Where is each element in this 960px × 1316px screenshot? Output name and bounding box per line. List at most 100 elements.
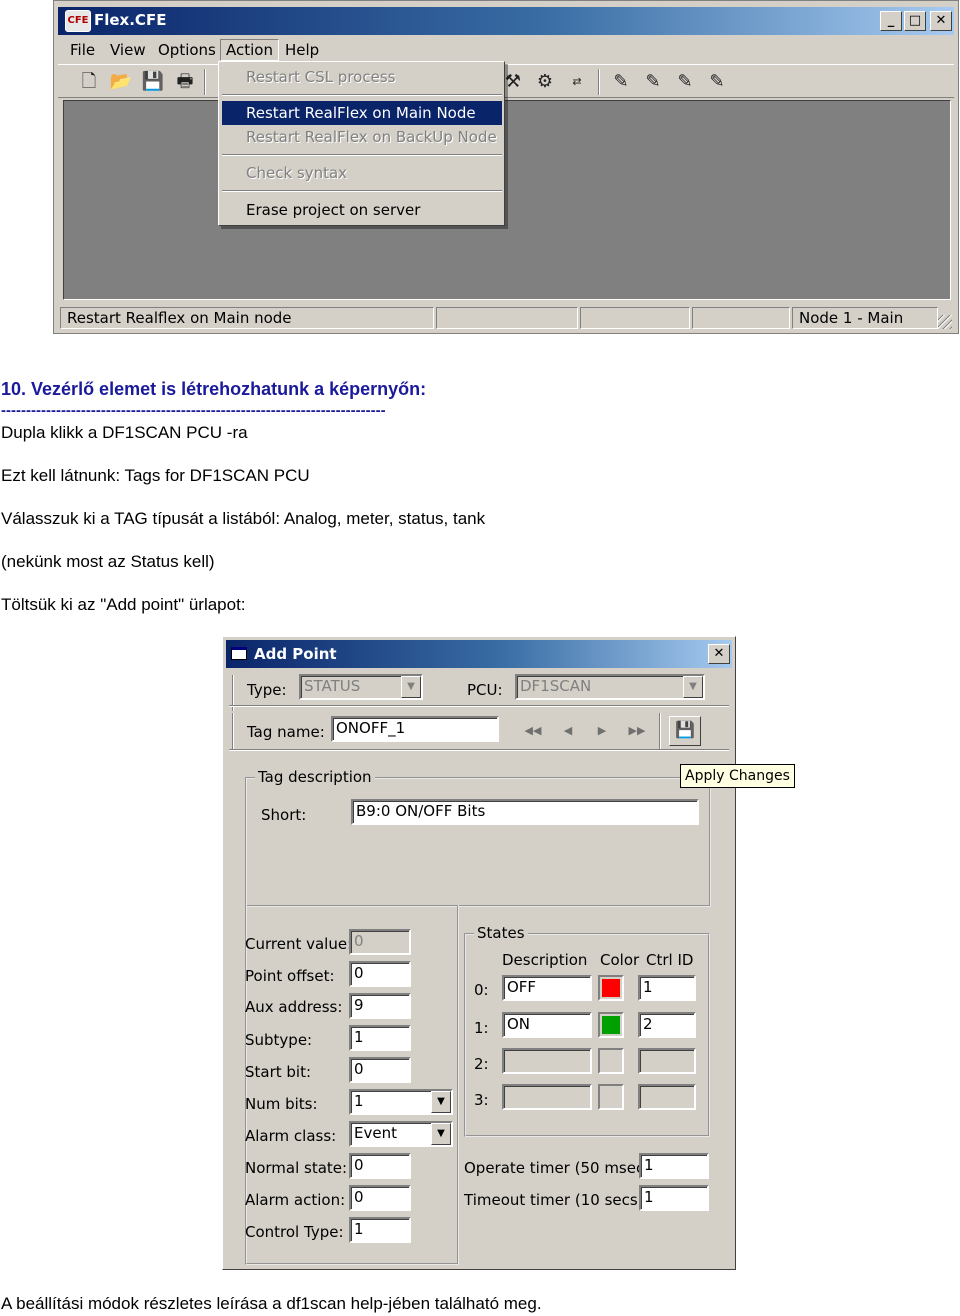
start-bit-input[interactable]: 0	[349, 1057, 411, 1083]
window-title: Flex.CFE	[94, 11, 167, 29]
app-icon: CFE	[65, 10, 91, 32]
tag-name-input[interactable]: ONOFF_1	[331, 716, 499, 742]
resize-grip[interactable]	[938, 315, 952, 329]
alarm-class-value: Event	[354, 1124, 397, 1142]
timeout-timer-input[interactable]: 1	[639, 1185, 709, 1211]
dialog-close-button[interactable]: ✕	[708, 644, 730, 664]
next-record-icon[interactable]: ▶	[590, 719, 614, 743]
type-value: STATUS	[304, 677, 361, 695]
chevron-down-icon[interactable]: ▼	[683, 676, 703, 698]
operate-timer-label: Operate timer (50 msecs):	[464, 1159, 663, 1177]
wand-x-icon[interactable]: ✎	[672, 70, 698, 94]
num-bits-value: 1	[354, 1092, 364, 1110]
description-header: Description	[502, 951, 588, 969]
timeout-timer-label: Timeout timer (10 secs):	[464, 1191, 649, 1209]
separator-line: ----------------------------------------…	[1, 402, 386, 419]
menu-bar: File View Options Action Help	[58, 37, 954, 63]
point-offset-input[interactable]: 0	[349, 961, 411, 987]
normal-state-input[interactable]: 0	[349, 1153, 411, 1179]
alarm-class-select[interactable]: Event ▼	[349, 1121, 453, 1147]
toolbar-grip	[232, 713, 234, 749]
subtype-label: Subtype:	[245, 1031, 313, 1049]
control-type-label: Control Type:	[245, 1223, 344, 1241]
save-changes-button[interactable]: 💾	[669, 716, 701, 746]
state-index: 3:	[474, 1091, 489, 1109]
state-index: 1:	[474, 1019, 489, 1037]
state-ctrl-id-input[interactable]: 2	[638, 1012, 696, 1038]
menu-view[interactable]: View	[105, 39, 151, 61]
chevron-down-icon[interactable]: ▼	[431, 1123, 451, 1145]
menu-item-restart-main[interactable]: Restart RealFlex on Main Node	[222, 101, 502, 125]
current-value-field: 0	[349, 929, 411, 955]
instruction-line: Ezt kell látnunk: Tags for DF1SCAN PCU	[1, 466, 310, 485]
state-ctrl-id-input[interactable]	[638, 1048, 696, 1074]
maximize-button[interactable]: □	[904, 11, 926, 31]
status-pane	[436, 307, 578, 329]
first-record-icon[interactable]: ◀◀	[521, 719, 545, 743]
color-fill	[602, 979, 620, 997]
chevron-down-icon[interactable]: ▼	[431, 1091, 451, 1113]
menu-file[interactable]: File	[65, 39, 100, 61]
wand-check-icon[interactable]: ✎	[640, 70, 666, 94]
operate-timer-input[interactable]: 1	[639, 1153, 709, 1179]
close-button[interactable]: ✕	[930, 11, 952, 31]
start-bit-label: Start bit:	[245, 1063, 312, 1081]
menu-action[interactable]: Action	[220, 39, 279, 61]
type-select[interactable]: STATUS ▼	[299, 674, 423, 700]
pcu-value: DF1SCAN	[520, 677, 592, 695]
menu-item-restart-backup[interactable]: Restart RealFlex on BackUp Node	[222, 125, 502, 149]
title-bar: CFE Flex.CFE _ □ ✕	[58, 7, 954, 35]
control-type-input[interactable]: 1	[349, 1217, 411, 1243]
state-color-swatch[interactable]	[598, 1048, 624, 1074]
state-description-input[interactable]: OFF	[502, 975, 592, 1001]
print-icon[interactable]: 🖶	[172, 70, 198, 94]
minimize-button[interactable]: _	[880, 11, 902, 31]
toolbar-separator	[204, 69, 206, 95]
menu-options[interactable]: Options	[153, 39, 221, 61]
fields-panel	[245, 905, 459, 1265]
state-description-input[interactable]	[502, 1084, 592, 1110]
state-ctrl-id-input[interactable]: 1	[638, 975, 696, 1001]
menu-item-restart-csl[interactable]: Restart CSL process	[222, 65, 502, 89]
chevron-down-icon[interactable]: ▼	[401, 676, 421, 698]
menu-help[interactable]: Help	[280, 39, 324, 61]
pcu-label: PCU:	[467, 681, 503, 699]
menu-item-check-syntax[interactable]: Check syntax	[222, 161, 502, 185]
subtype-input[interactable]: 1	[349, 1025, 411, 1051]
state-index: 0:	[474, 981, 489, 999]
instruction-line: Töltsük ki az "Add point" ürlapot:	[1, 595, 246, 614]
menu-item-erase-project[interactable]: Erase project on server	[222, 198, 502, 222]
num-bits-select[interactable]: 1 ▼	[349, 1089, 453, 1115]
open-folder-icon[interactable]: 📂	[108, 70, 134, 94]
prev-record-icon[interactable]: ◀	[556, 719, 580, 743]
group-title: States	[474, 924, 528, 942]
save-icon[interactable]: 💾	[140, 70, 166, 94]
state-color-swatch[interactable]	[598, 1084, 624, 1110]
normal-state-label: Normal state:	[245, 1159, 348, 1177]
aux-address-input[interactable]: 9	[349, 993, 411, 1019]
short-description-input[interactable]: B9:0 ON/OFF Bits	[351, 799, 699, 825]
state-color-swatch[interactable]	[598, 975, 624, 1001]
group-title: Tag description	[255, 768, 375, 786]
wand-tool-icon[interactable]: ✎	[608, 70, 634, 94]
action-menu: Restart CSL process Restart RealFlex on …	[218, 61, 505, 226]
tag-name-label: Tag name:	[247, 723, 325, 741]
color-fill	[602, 1016, 620, 1034]
transfer-tool-icon[interactable]: ⚙	[532, 70, 558, 94]
state-description-input[interactable]: ON	[502, 1012, 592, 1038]
current-value-label: Current value:	[245, 935, 353, 953]
new-file-icon[interactable]: 🗋	[76, 70, 102, 94]
wand-stop-icon[interactable]: ✎	[704, 70, 730, 94]
divider	[229, 749, 729, 751]
rw-tool-icon[interactable]: ⇄	[564, 70, 590, 94]
pcu-select[interactable]: DF1SCAN ▼	[515, 674, 705, 700]
alarm-action-input[interactable]: 0	[349, 1185, 411, 1211]
state-color-swatch[interactable]	[598, 1012, 624, 1038]
last-record-icon[interactable]: ▶▶	[625, 719, 649, 743]
state-ctrl-id-input[interactable]	[638, 1084, 696, 1110]
status-pane	[580, 307, 690, 329]
state-index: 2:	[474, 1055, 489, 1073]
window-icon	[231, 647, 247, 660]
state-description-input[interactable]	[502, 1048, 592, 1074]
toolbar: 🗋 📂 💾 🖶 ⚒ ⚙ ⇄ ✎ ✎ ✎ ✎	[58, 64, 954, 98]
